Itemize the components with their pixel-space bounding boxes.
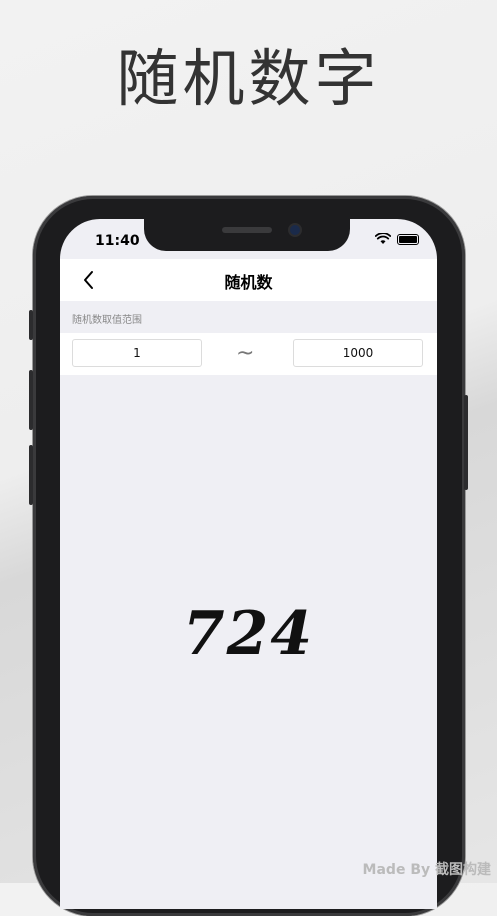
watermark: Made By 截图构建 [362, 862, 491, 878]
range-row: 1 ~ 1000 [60, 333, 437, 375]
max-value-input[interactable]: 1000 [293, 339, 423, 367]
status-icons [375, 233, 419, 245]
volume-up-button [29, 370, 33, 430]
power-button [464, 395, 468, 490]
notch [144, 219, 350, 251]
front-camera [290, 225, 300, 235]
status-time: 11:40 [95, 233, 140, 249]
random-number-display[interactable]: 724 [60, 599, 437, 669]
mute-switch [29, 310, 33, 340]
page-title: 随机数 [224, 273, 273, 292]
navigation-bar: 随机数 [60, 259, 437, 301]
wifi-icon [375, 233, 391, 244]
app-screen: 11:40 随机数 随机数取值范围 1 ~ 1000 724 [60, 219, 437, 909]
volume-down-button [29, 445, 33, 505]
speaker-grille [222, 227, 272, 233]
range-label: 随机数取值范围 [72, 315, 142, 326]
headline: 随机数字 [116, 42, 381, 115]
range-separator: ~ [236, 341, 255, 366]
battery-icon [397, 233, 419, 245]
min-value-input[interactable]: 1 [72, 339, 202, 367]
